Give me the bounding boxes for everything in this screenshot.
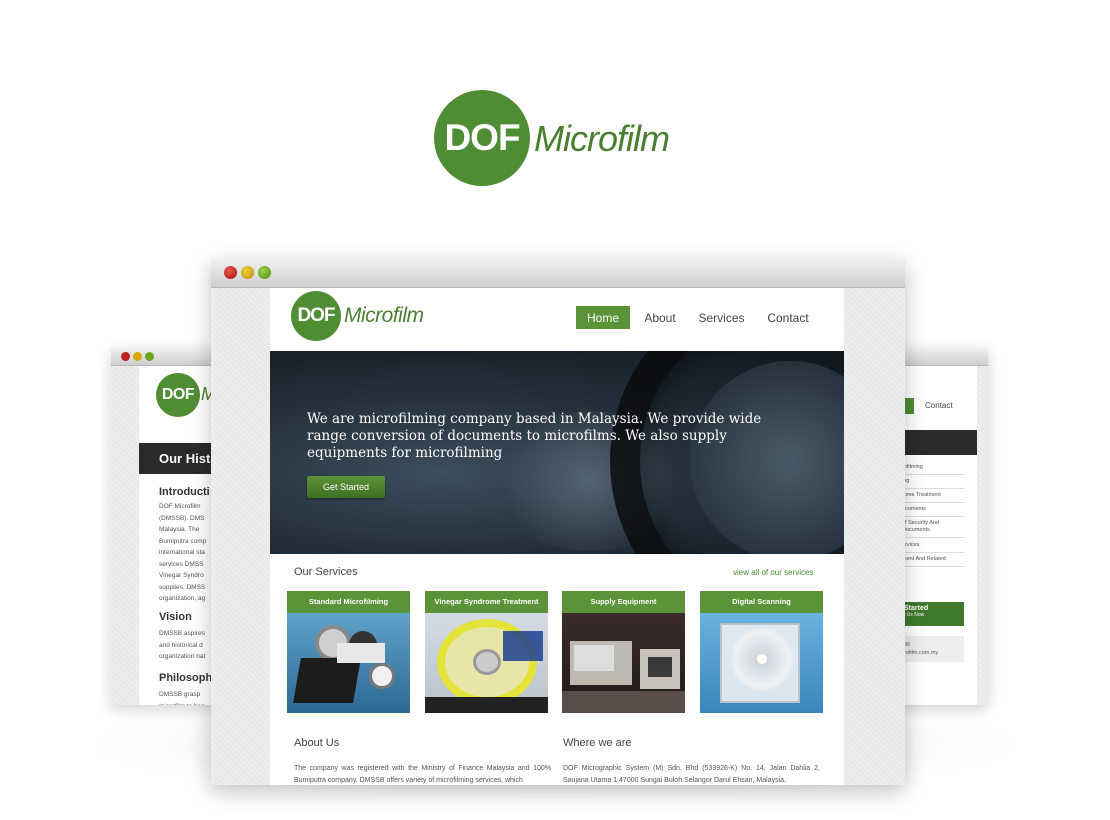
service-card-standard-microfilming[interactable]: Standard Microfilming [287, 591, 410, 713]
left-vision-heading: Vision [159, 611, 192, 623]
right-button-title: Started [904, 605, 929, 612]
site-logo-circle: DOF [291, 291, 341, 341]
page-content: DOF Microfilm Home About Services Contac… [270, 288, 844, 785]
right-sidebar-item[interactable]: ocuments [902, 506, 965, 517]
left-intro-text: DOF Microfilm (DMSSB). DMS Malaysia. The Bu… [159, 501, 219, 605]
text-line: DMSSB grasp [159, 691, 201, 698]
text-line: and historical d [159, 641, 203, 649]
nav-about[interactable]: About [638, 306, 682, 329]
service-card-label: Standard Microfilming [287, 591, 410, 613]
minimize-dot-icon[interactable] [241, 266, 254, 279]
right-contact-line: 36 [904, 642, 911, 648]
big-logo-word: Microfilm [534, 118, 670, 159]
text-line: services DMSS [159, 560, 204, 568]
view-all-services-link[interactable]: view all of our services [733, 568, 813, 577]
service-card-label: Vinegar Syndrome Treatment [425, 591, 548, 613]
right-contact-line: rofilm.com.my [904, 650, 939, 656]
text-line: microfilm to bec [159, 701, 219, 706]
service-card-label: Supply Equipment [562, 591, 685, 613]
hero-text: We are microfilming company based in Mal… [307, 411, 762, 461]
text-line: organization, ag [159, 595, 206, 602]
microfilm-reels-image [287, 613, 410, 713]
showcase-stage: DOF Microfilm DOF M Our Histo Introducti… [0, 0, 1110, 820]
get-started-button[interactable]: Get Started [307, 476, 385, 498]
cd-case-image [700, 613, 823, 713]
about-heading: About Us [294, 737, 340, 749]
where-text: DOF Micrographic System (M) Sdn. Bhd (53… [563, 765, 820, 784]
left-intro-heading: Introducti [159, 486, 210, 498]
right-sidebar-item[interactable]: rome Treatment [902, 492, 965, 503]
main-page-background: DOF Microfilm Home About Services Contac… [211, 288, 905, 785]
main-titlebar [211, 259, 905, 288]
text-line: Vinegar Syndro [159, 572, 204, 579]
close-dot-icon[interactable] [121, 352, 130, 361]
left-logo-circle[interactable]: DOF [156, 373, 200, 417]
big-brand-logo: DOF Microfilm [434, 90, 694, 186]
services-title: Our Services [294, 566, 358, 578]
right-sidebar-item[interactable]: ervices [902, 542, 965, 553]
maximize-dot-icon[interactable] [258, 266, 271, 279]
service-card-label: Digital Scanning [700, 591, 823, 613]
right-sidebar-item[interactable]: rofilming [902, 464, 965, 475]
yellow-reel-image [425, 613, 548, 713]
service-card-supply-equipment[interactable]: Supply Equipment [562, 591, 685, 713]
nav-contact[interactable]: Contact [763, 306, 813, 329]
text-line: (DMSSB). DMS [159, 514, 205, 522]
right-sidebar-item[interactable]: ment And Related [902, 556, 965, 567]
where-heading: Where we are [563, 737, 632, 749]
site-logo-word: Microfilm [344, 304, 424, 327]
about-text: The company was registered with the Mini… [294, 765, 551, 784]
text-line: international sta [159, 549, 205, 556]
right-sidebar-item[interactable]: ing [902, 478, 965, 489]
minimize-dot-icon[interactable] [133, 352, 142, 361]
left-philosophy-heading: Philosoph [159, 672, 213, 684]
right-nav-contact[interactable]: Contact [925, 401, 953, 410]
text-line: supplies. DMSS [159, 583, 206, 591]
hero-banner: We are microfilming company based in Mal… [270, 351, 844, 554]
nav-home[interactable]: Home [576, 306, 630, 329]
left-vision-text: DMSSB aspires and historical d organizatio… [159, 628, 219, 663]
left-philosophy-text: DMSSB grasp microfilm to bec [159, 689, 219, 705]
text-line: DMSSB aspires [159, 630, 205, 637]
text-line: Bumiputra comp [159, 537, 207, 545]
text-line: DOF Microfilm [159, 503, 201, 510]
site-logo[interactable]: DOF Microfilm [291, 291, 451, 341]
maximize-dot-icon[interactable] [145, 352, 154, 361]
text-line: organization nat [159, 653, 206, 660]
equipment-image [562, 613, 685, 713]
right-sidebar-item[interactable]: of Security And Documents [902, 520, 965, 538]
text-line: Malaysia. The [159, 526, 200, 533]
service-card-vinegar-syndrome[interactable]: Vinegar Syndrome Treatment [425, 591, 548, 713]
main-browser-window: DOF Microfilm Home About Services Contac… [211, 259, 905, 785]
big-logo-circle: DOF [434, 90, 530, 186]
nav-services[interactable]: Services [694, 306, 749, 329]
service-card-digital-scanning[interactable]: Digital Scanning [700, 591, 823, 713]
close-dot-icon[interactable] [224, 266, 237, 279]
right-button-sub: t Us Now [904, 612, 925, 618]
